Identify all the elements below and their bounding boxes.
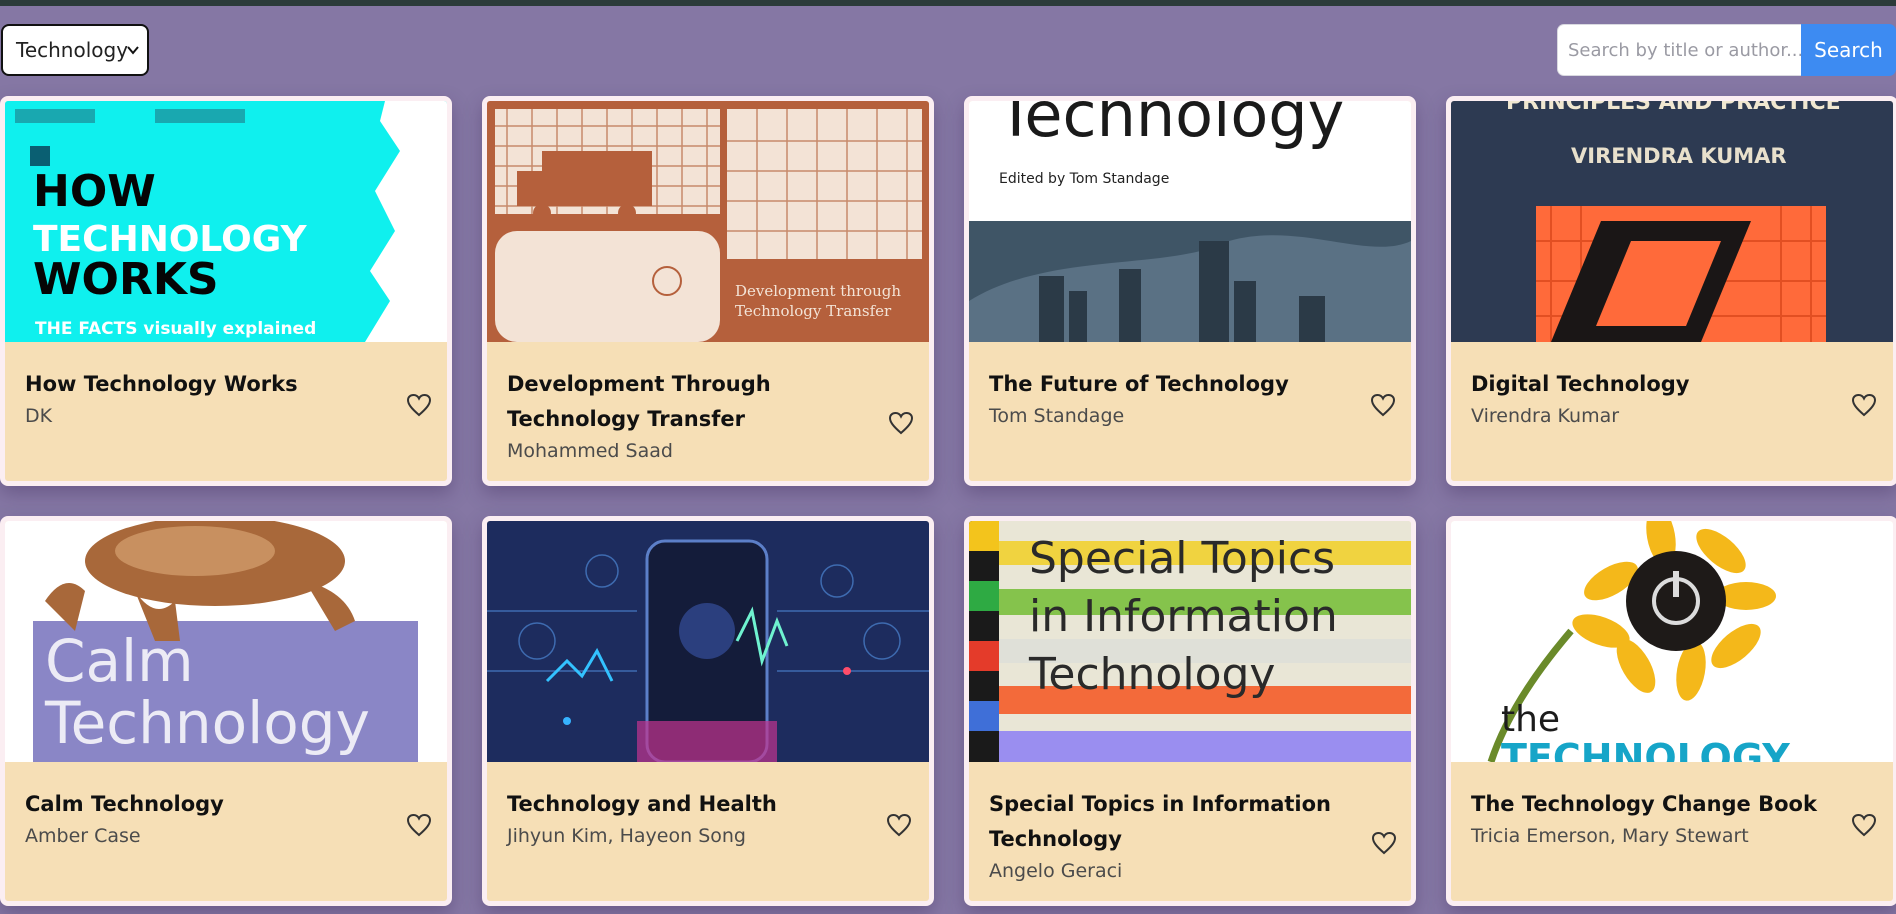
chevron-down-icon [127,46,139,55]
book-author: DK [25,405,53,427]
book-title: The Future of Technology [989,372,1289,396]
svg-text:PRINCIPLES AND PRACTICE: PRINCIPLES AND PRACTICE [1506,101,1841,115]
book-card[interactable]: Technology and Health Jihyun Kim, Hayeon… [482,516,934,906]
svg-text:VIRENDRA KUMAR: VIRENDRA KUMAR [1571,144,1787,168]
book-cover: Special Topics in Information Technology [969,521,1411,762]
book-author: Mohammed Saad [507,440,673,462]
book-card[interactable]: Technology Edited by Tom Standage The Fu… [964,96,1416,486]
category-select[interactable]: Technology [1,24,149,76]
book-card[interactable]: HOW TECHNOLOGY WORKS THE FACTS visually … [0,96,452,486]
search-input[interactable] [1557,24,1801,76]
book-author: Jihyun Kim, Hayeon Song [507,825,746,847]
book-title: Special Topics in Information Technology [989,792,1331,851]
svg-text:Technology Transfer: Technology Transfer [735,302,892,320]
svg-text:Edited by Tom Standage: Edited by Tom Standage [999,171,1169,187]
book-author: Tom Standage [989,405,1125,427]
svg-text:Technology: Technology [996,101,1344,151]
book-cover: Development through Technology Transfer [487,101,929,342]
svg-text:the: the [1501,699,1560,740]
book-title: How Technology Works [25,372,298,396]
book-card[interactable]: PRINCIPLES AND PRACTICE VIRENDRA KUMAR D… [1446,96,1896,486]
favorite-heart-icon[interactable] [1370,393,1396,417]
svg-text:in Information: in Information [1029,591,1338,642]
favorite-heart-icon[interactable] [406,393,432,417]
book-cover: HOW TECHNOLOGY WORKS THE FACTS visually … [5,101,447,342]
book-card[interactable]: Calm Technology Calm Technology Amber Ca… [0,516,452,906]
favorite-heart-icon[interactable] [1851,393,1877,417]
svg-text:Development through: Development through [735,282,901,300]
book-author: Tricia Emerson, Mary Stewart [1471,825,1749,847]
top-strip [0,0,1896,6]
book-title: Technology and Health [507,792,777,816]
book-author: Virendra Kumar [1471,405,1620,427]
search-bar: Search [1557,24,1896,76]
svg-text:Technology: Technology [1028,649,1275,700]
favorite-heart-icon[interactable] [886,813,912,837]
svg-text:WORKS: WORKS [33,254,219,305]
svg-text:TECHNOLOGY: TECHNOLOGY [1501,736,1790,762]
favorite-heart-icon[interactable] [406,813,432,837]
book-author: Angelo Geraci [989,860,1123,882]
book-title: The Technology Change Book [1471,792,1817,816]
favorite-heart-icon[interactable] [888,411,914,435]
book-cover [487,521,929,762]
book-author: Amber Case [25,825,141,847]
book-title: Digital Technology [1471,372,1690,396]
category-select-value: Technology [16,38,129,62]
book-cover: PRINCIPLES AND PRACTICE VIRENDRA KUMAR [1451,101,1893,342]
book-card[interactable]: Development through Technology Transfer … [482,96,934,486]
search-button[interactable]: Search [1801,24,1896,76]
favorite-heart-icon[interactable] [1371,831,1397,855]
svg-text:THE FACTS visually explained: THE FACTS visually explained [35,319,316,339]
book-cover: Calm Technology [5,521,447,762]
cover-title: HOW [33,166,156,217]
book-cover: the TECHNOLOGY [1451,521,1893,762]
book-title: Development Through Technology Transfer [507,372,771,431]
svg-text:Technology: Technology [44,689,370,757]
book-title: Calm Technology [25,792,224,816]
svg-text:Special Topics: Special Topics [1029,533,1335,584]
book-cover: Technology Edited by Tom Standage [969,101,1411,342]
favorite-heart-icon[interactable] [1851,813,1877,837]
svg-text:Calm: Calm [45,627,194,695]
book-card[interactable]: Special Topics in Information Technology… [964,516,1416,906]
book-card[interactable]: the TECHNOLOGY The Technology Change Boo… [1446,516,1896,906]
